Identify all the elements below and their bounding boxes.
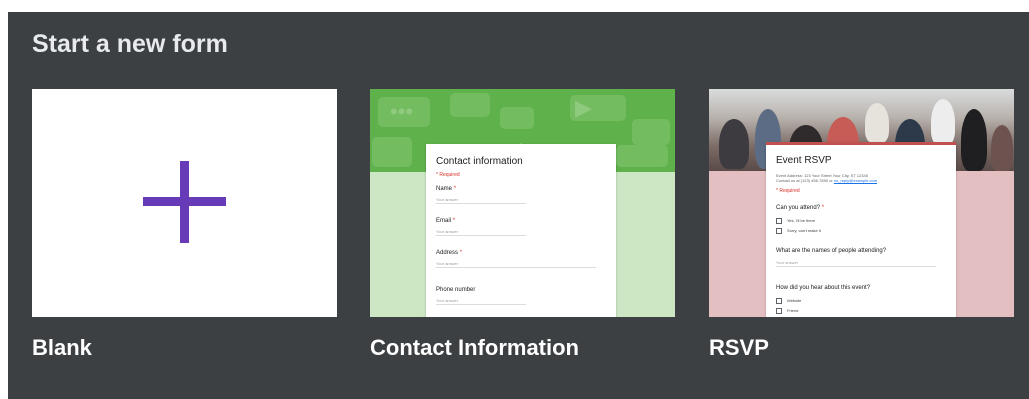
contact-thumbnail[interactable]: ••• ▶ ▶ Contact information * Required N… [370,89,675,317]
section-title: Start a new form [32,30,228,58]
template-gallery: Start a new form Blank ••• ▶ ▶ [8,12,1029,399]
preview-required: * Required [436,172,460,178]
template-label: Blank [32,335,92,360]
video-icon: ▶ [575,95,592,120]
field-placeholder: Your answer [436,229,526,236]
contact-form-preview: Contact information * Required Name * Yo… [426,144,616,317]
template-label: RSVP [709,335,769,360]
field-placeholder: Your answer [436,298,526,305]
field-label: Address * [436,250,463,256]
rsvp-thumbnail[interactable]: Event RSVP Event Address: 123 Your Stree… [709,89,1014,317]
question-label: Can you attend? * [776,205,825,211]
preview-required: * Required [776,188,800,194]
field-label: Name * [436,186,457,192]
template-label: Contact Information [370,335,579,360]
field-placeholder: Your answer [776,260,936,267]
question-label: What are the names of people attending? [776,248,887,254]
preview-title: Contact information [436,156,523,167]
option-checkbox: Website [776,298,801,304]
option-checkbox: Sorry, can't make it [776,228,821,234]
field-label: Phone number [436,287,476,293]
option-checkbox: Yes, I'll be there [776,218,815,224]
chat-icon: ••• [390,99,414,124]
event-details: Event Address: 123 Your Street Your City… [776,173,878,183]
question-label: How did you hear about this event? [776,285,871,291]
rsvp-form-preview: Event RSVP Event Address: 123 Your Stree… [766,142,956,317]
field-placeholder: Your answer [436,197,526,204]
blank-thumbnail[interactable] [32,89,337,317]
option-checkbox: Friend [776,308,798,314]
field-placeholder: Your answer [436,261,596,268]
preview-title: Event RSVP [776,155,832,166]
field-label: Email * [436,218,456,224]
